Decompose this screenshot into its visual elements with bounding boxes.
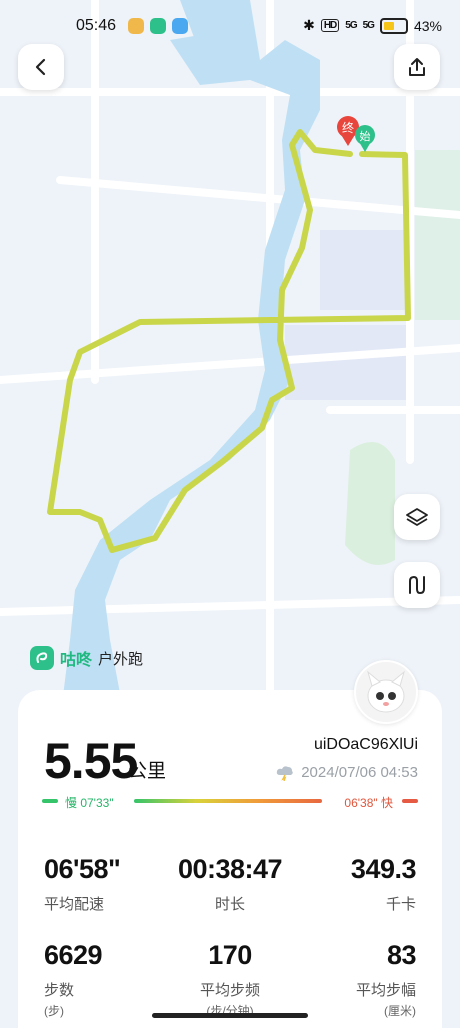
stat-label: 平均步幅: [355, 982, 416, 999]
map-park: [345, 442, 395, 565]
stat-value: 06'58": [44, 854, 121, 884]
username: uiDOaC96XlUi: [313, 736, 418, 753]
status-bar: 05:46 ✱ HD 5G 5G 43%: [0, 0, 460, 48]
stat-value: 83: [386, 940, 417, 970]
signal-icon: 5G: [345, 20, 357, 31]
route-replay-button[interactable]: [394, 562, 440, 608]
pace-slow-marker: [42, 799, 58, 803]
stat-value: 170: [208, 940, 252, 970]
brand-name: 咕咚: [60, 652, 93, 669]
stat-stride: 83 平均步幅 (厘米): [355, 940, 417, 1019]
pace-gradient-bar: 慢 07'33" 06'38" 快: [42, 794, 418, 811]
map-view[interactable]: 终 始: [0, 0, 460, 724]
chevron-left-icon: [35, 58, 46, 76]
start-marker-label: 始: [360, 129, 371, 143]
activity-type: 户外跑: [98, 650, 144, 668]
brand-tag: 咕咚 户外跑: [30, 646, 143, 670]
home-indicator[interactable]: [152, 1013, 308, 1018]
stat-label: 平均配速: [44, 896, 105, 913]
app-notification-icon: [128, 18, 144, 34]
map-park: [415, 150, 460, 320]
battery-icon: [379, 17, 408, 34]
stat-value: 349.3: [350, 854, 417, 884]
app-notification-icon: [150, 18, 166, 34]
pace-fast-label: 06'38" 快: [341, 794, 396, 811]
bluetooth-icon: ✱: [303, 17, 315, 33]
stat-unit: (步): [44, 1004, 64, 1018]
distance-unit: 公里: [128, 761, 167, 782]
stat-steps: 6629 步数 (步): [44, 940, 103, 1019]
app-notification-icon: [172, 18, 188, 34]
share-button[interactable]: [394, 44, 440, 90]
map-canvas: 终 始: [0, 0, 460, 724]
stat-label: 步数: [44, 982, 75, 999]
stat-value: 6629: [44, 940, 103, 970]
stat-cadence: 170 平均步频 (步/分钟): [180, 940, 280, 1019]
stat-calories: 349.3 千卡: [350, 854, 417, 914]
map-layers-button[interactable]: [394, 494, 440, 540]
map-block: [320, 230, 410, 310]
avatar-image: [367, 670, 405, 713]
back-button[interactable]: [18, 44, 64, 90]
stat-label: 千卡: [385, 896, 416, 913]
stat-value: 00:38:47: [177, 854, 283, 884]
stat-avg-pace: 06'58" 平均配速: [44, 854, 121, 914]
pace-fast-marker: [402, 799, 418, 803]
avatar[interactable]: [354, 660, 418, 724]
weather-storm-icon: [277, 765, 294, 781]
workout-datetime-row: 2024/07/06 04:53: [275, 764, 418, 781]
route-replay-icon: [409, 575, 425, 595]
share-icon: [409, 58, 425, 76]
pace-slow-label: 慢 07'33": [62, 794, 117, 811]
summary-card: 5.55 公里 uiDOaC96XlUi 2024/07/06 04:53 慢 …: [18, 690, 442, 1028]
status-time: 05:46: [76, 17, 117, 34]
end-marker-label: 终: [342, 120, 354, 135]
stat-label: 时长: [214, 896, 245, 913]
stat-duration: 00:38:47 时长: [178, 854, 283, 914]
signal-icon: 5G: [362, 20, 375, 31]
pace-gradient: [134, 799, 322, 803]
workout-datetime: 2024/07/06 04:53: [301, 764, 418, 781]
status-right: ✱ HD 5G 5G 43%: [303, 17, 442, 34]
hd-icon: HD: [320, 19, 340, 32]
stat-label: 平均步频: [199, 982, 260, 999]
codoon-logo-icon: [30, 646, 54, 670]
layers-icon: [406, 508, 428, 526]
battery-percent: 43%: [413, 17, 442, 34]
stat-unit: (厘米): [384, 1004, 416, 1018]
distance-value: 5.55: [44, 733, 138, 789]
